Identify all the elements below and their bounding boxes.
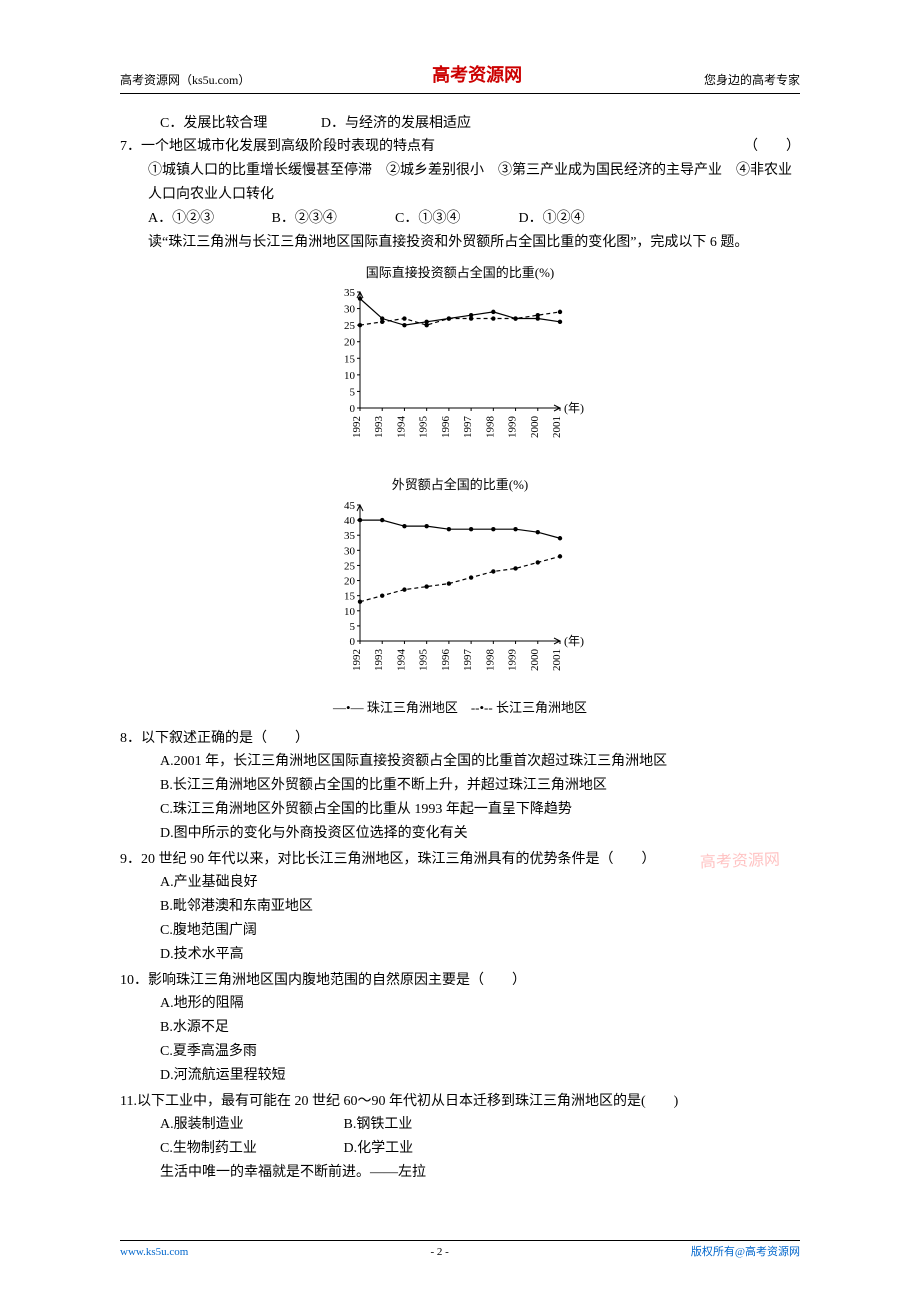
- svg-text:2001: 2001: [551, 416, 563, 438]
- q11-c: C.生物制药工业: [160, 1137, 340, 1161]
- q7-stem: 7．一个地区城市化发展到高级阶段时表现的特点有: [120, 139, 435, 154]
- q11-d: D.化学工业: [344, 1137, 414, 1161]
- svg-text:45: 45: [344, 500, 356, 512]
- chart2-svg: 0 5 10 15 20 25 30 35 40 45 1992 1993 1994 1995 1996 19…: [330, 499, 590, 689]
- chart1-svg: 0 5 10 15 20 25 30 35 1992 1993 1994 1995 1996 1997 19…: [330, 286, 590, 456]
- q9-c: C.腹地范围广阔: [120, 919, 800, 943]
- q8-b: B.长江三角洲地区外贸额占全国的比重不断上升，并超过珠江三角洲地区: [120, 774, 800, 798]
- svg-text:15: 15: [344, 590, 356, 602]
- svg-text:5: 5: [350, 387, 356, 399]
- svg-text:1994: 1994: [395, 648, 407, 671]
- svg-text:2000: 2000: [529, 416, 541, 439]
- svg-text:30: 30: [344, 304, 356, 316]
- q9-a: A.产业基础良好: [120, 871, 800, 895]
- question-11: 11.以下工业中，最有可能在 20 世纪 60～90 年代初从日本迁移到珠江三角…: [120, 1090, 800, 1185]
- page-header: 高考资源网（ks5u.com） 高考资源网 您身边的高考专家: [120, 60, 800, 94]
- question-10: 10．影响珠江三角洲地区国内腹地范围的自然原因主要是（ ） A.地形的阻隔 B.…: [120, 969, 800, 1088]
- footer-right: 版权所有@高考资源网: [691, 1243, 800, 1262]
- q8-d: D.图中所示的变化与外商投资区位选择的变化有关: [120, 822, 800, 846]
- svg-text:1999: 1999: [507, 416, 519, 439]
- svg-text:25: 25: [344, 560, 356, 572]
- chart-legend: —•— 珠江三角洲地区 --•-- 长江三角洲地区: [120, 697, 800, 719]
- q7-items: ①城镇人口的比重增长缓慢甚至停滞 ②城乡差别很小 ③第三产业成为国民经济的主导产…: [120, 159, 800, 207]
- chart1-title: 国际直接投资额占全国的比重(%): [330, 262, 590, 284]
- svg-text:(年): (年): [564, 634, 584, 648]
- svg-text:(年): (年): [564, 401, 584, 415]
- svg-text:35: 35: [344, 287, 356, 299]
- svg-text:1995: 1995: [418, 416, 430, 439]
- footer-page-number: - 2 -: [430, 1243, 448, 1262]
- svg-text:35: 35: [344, 530, 356, 542]
- footer-left: www.ks5u.com: [120, 1243, 188, 1262]
- q7-c: C．①③④: [395, 207, 515, 231]
- legend-dashed: --•-- 长江三角洲地区: [471, 700, 587, 715]
- q9-b: B.毗邻港澳和东南亚地区: [120, 895, 800, 919]
- svg-text:40: 40: [344, 515, 356, 527]
- q11-quote: 生活中唯一的幸福就是不断前进。——左拉: [120, 1161, 800, 1185]
- q10-stem: 10．影响珠江三角洲地区国内腹地范围的自然原因主要是（ ）: [120, 969, 800, 993]
- svg-text:0: 0: [350, 636, 356, 648]
- svg-text:1998: 1998: [484, 648, 496, 671]
- svg-text:5: 5: [350, 620, 356, 632]
- svg-text:1994: 1994: [395, 416, 407, 439]
- q8-a: A.2001 年，长江三角洲地区国际直接投资额占全国的比重首次超过珠江三角洲地区: [120, 750, 800, 774]
- question-9: 9．20 世纪 90 年代以来，对比长江三角洲地区，珠江三角洲具有的优势条件是（…: [120, 848, 800, 967]
- q9-stem: 9．20 世纪 90 年代以来，对比长江三角洲地区，珠江三角洲具有的优势条件是（…: [120, 848, 800, 872]
- header-left: 高考资源网（ks5u.com）: [120, 70, 250, 90]
- page-footer: www.ks5u.com - 2 - 版权所有@高考资源网: [120, 1240, 800, 1262]
- svg-text:1997: 1997: [462, 648, 474, 671]
- svg-text:25: 25: [344, 321, 356, 333]
- svg-text:2001: 2001: [551, 649, 563, 671]
- svg-text:2000: 2000: [529, 648, 541, 671]
- q11-a: A.服装制造业: [160, 1113, 340, 1137]
- charts-container: 国际直接投资额占全国的比重(%) 0 5 10 15 20 25 30 35 1992 1993 1…: [120, 262, 800, 718]
- q8-c: C.珠江三角洲地区外贸额占全国的比重从 1993 年起一直呈下降趋势: [120, 798, 800, 822]
- q10-d: D.河流航运里程较短: [120, 1064, 800, 1088]
- header-center-logo: 高考资源网: [432, 60, 522, 91]
- svg-text:0: 0: [350, 403, 356, 415]
- option-c: C．发展比较合理: [160, 112, 267, 136]
- q9-d: D.技术水平高: [120, 943, 800, 967]
- svg-text:20: 20: [344, 337, 356, 349]
- q6-options-tail: C．发展比较合理 D．与经济的发展相适应: [120, 112, 800, 136]
- question-8: 8．以下叙述正确的是（ ） A.2001 年，长江三角洲地区国际直接投资额占全国…: [120, 727, 800, 846]
- q7-paren: （ ）: [744, 135, 800, 159]
- option-d: D．与经济的发展相适应: [321, 112, 471, 136]
- q7-lead: 读“珠江三角洲与长江三角洲地区国际直接投资和外贸额所占全国比重的变化图”，完成以…: [120, 231, 800, 255]
- svg-text:1995: 1995: [418, 648, 430, 671]
- svg-text:1996: 1996: [440, 416, 452, 439]
- chart2-title: 外贸额占全国的比重(%): [330, 474, 590, 496]
- q7-d: D．①②④: [519, 207, 639, 231]
- header-right: 您身边的高考专家: [704, 70, 800, 90]
- svg-text:30: 30: [344, 545, 356, 557]
- q10-b: B.水源不足: [120, 1016, 800, 1040]
- q11-b: B.钢铁工业: [344, 1113, 413, 1137]
- q7-b: B．②③④: [272, 207, 392, 231]
- question-7: 7．一个地区城市化发展到高级阶段时表现的特点有 （ ） ①城镇人口的比重增长缓慢…: [120, 135, 800, 254]
- svg-text:10: 10: [344, 370, 356, 382]
- svg-text:1992: 1992: [351, 416, 363, 438]
- q7-a: A．①②③: [148, 207, 268, 231]
- chart-1: 国际直接投资额占全国的比重(%) 0 5 10 15 20 25 30 35 1992 1993 1…: [330, 262, 590, 456]
- q11-stem: 11.以下工业中，最有可能在 20 世纪 60～90 年代初从日本迁移到珠江三角…: [120, 1090, 800, 1114]
- legend-solid: —•— 珠江三角洲地区: [333, 700, 458, 715]
- svg-text:1997: 1997: [462, 416, 474, 439]
- svg-text:1992: 1992: [351, 649, 363, 671]
- svg-text:1993: 1993: [373, 416, 385, 439]
- svg-text:1999: 1999: [507, 648, 519, 671]
- svg-text:10: 10: [344, 605, 356, 617]
- svg-text:1993: 1993: [373, 648, 385, 671]
- q8-stem: 8．以下叙述正确的是（ ）: [120, 727, 800, 751]
- chart-2: 外贸额占全国的比重(%) 0 5 10 15 20 25 30 35 40 45 1992 1993 1…: [330, 474, 590, 688]
- q10-c: C.夏季高温多雨: [120, 1040, 800, 1064]
- svg-text:15: 15: [344, 354, 356, 366]
- svg-text:20: 20: [344, 575, 356, 587]
- svg-text:1998: 1998: [484, 416, 496, 439]
- svg-text:1996: 1996: [440, 648, 452, 671]
- q10-a: A.地形的阻隔: [120, 992, 800, 1016]
